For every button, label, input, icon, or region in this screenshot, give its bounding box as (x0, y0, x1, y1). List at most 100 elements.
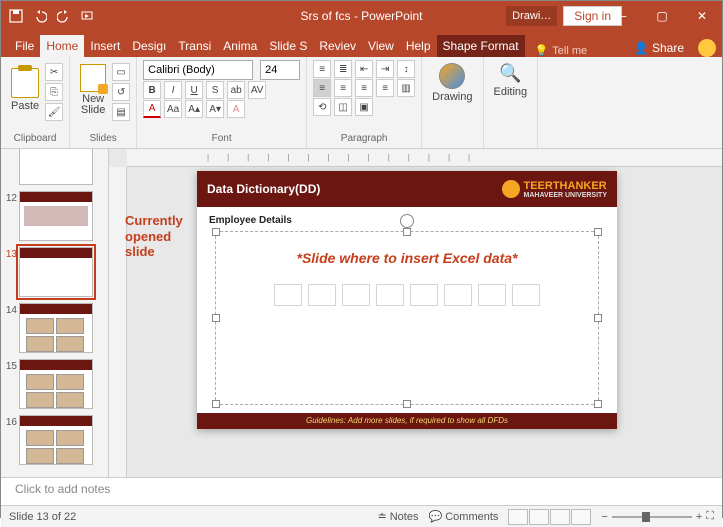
font-name-select[interactable] (143, 60, 253, 80)
group-editing: 🔍 Editing (484, 57, 539, 148)
share-button[interactable]: 👤 Share (634, 41, 684, 55)
resize-handle[interactable] (594, 228, 602, 236)
resize-handle[interactable] (212, 400, 220, 408)
font-size-select[interactable] (260, 60, 300, 80)
layout-icon[interactable]: ▭ (112, 63, 130, 81)
resize-handle[interactable] (403, 228, 411, 236)
resize-handle[interactable] (212, 314, 220, 322)
ribbon: Paste ✂ ⎘ 🖌 Clipboard New Slide ▭ ↺ ▤ Sl… (1, 57, 722, 149)
editing-button[interactable]: 🔍 Editing (490, 59, 532, 102)
italic-button[interactable]: I (164, 81, 182, 99)
zoom-out-button[interactable]: − (601, 511, 607, 523)
tab-help[interactable]: Help (400, 35, 437, 57)
sorter-view-button[interactable] (529, 509, 549, 525)
save-icon[interactable] (5, 5, 27, 27)
numbering-button[interactable]: ≣ (334, 60, 352, 78)
clear-format-button[interactable]: A (227, 100, 245, 118)
resize-handle[interactable] (594, 400, 602, 408)
cut-icon[interactable]: ✂ (45, 63, 63, 81)
university-logo: TEERTHANKERMAHAVEER UNIVERSITY (502, 180, 608, 199)
grow-font-button[interactable]: A▴ (185, 100, 203, 118)
rotate-handle-icon[interactable] (400, 214, 414, 228)
columns-button[interactable]: ▥ (397, 79, 415, 97)
bullets-button[interactable]: ≡ (313, 60, 331, 78)
section-icon[interactable]: ▤ (112, 103, 130, 121)
new-slide-button[interactable]: New Slide (76, 59, 110, 121)
line-spacing-button[interactable]: ↕ (397, 60, 415, 78)
3d-icon[interactable] (376, 284, 404, 306)
resize-handle[interactable] (403, 400, 411, 408)
thumbnail-12[interactable] (19, 191, 93, 241)
tab-view[interactable]: View (362, 35, 400, 57)
indent-more-button[interactable]: ⇥ (376, 60, 394, 78)
slide-canvas[interactable]: Data Dictionary(DD) TEERTHANKERMAHAVEER … (197, 171, 617, 429)
font-color-button[interactable]: A (143, 100, 161, 118)
change-case-button[interactable]: Aa (164, 100, 182, 118)
text-direction-button[interactable]: ⟲ (313, 98, 331, 116)
reading-view-button[interactable] (550, 509, 570, 525)
slideshow-view-button[interactable] (571, 509, 591, 525)
zoom-in-button[interactable]: + (696, 511, 702, 523)
drawing-button[interactable]: Drawing (428, 59, 476, 107)
spacing-button[interactable]: AV (248, 81, 266, 99)
ruler-horizontal: |||||||||||||| (127, 149, 722, 167)
content-placeholder[interactable]: *Slide where to insert Excel data* (215, 231, 599, 405)
notes-pane[interactable]: Click to add notes (1, 477, 722, 505)
tab-design[interactable]: Desigı (126, 35, 172, 57)
smartart-button[interactable]: ▣ (355, 98, 373, 116)
resize-handle[interactable] (594, 314, 602, 322)
format-painter-icon[interactable]: 🖌 (45, 103, 63, 121)
tab-insert[interactable]: Insert (84, 35, 126, 57)
group-font: B I U S ab AV A Aa A▴ A▾ A Font (137, 57, 307, 148)
notes-toggle[interactable]: ≐ Notes (377, 510, 418, 523)
comments-toggle[interactable]: 💬 Comments (428, 510, 498, 523)
minimize-button[interactable]: ─ (602, 2, 642, 30)
tab-animations[interactable]: Anima (217, 35, 263, 57)
thumbnail-11[interactable] (19, 149, 93, 185)
thumbnail-16[interactable] (19, 415, 93, 465)
online-picture-icon[interactable] (444, 284, 472, 306)
tab-slideshow[interactable]: Slide S (263, 35, 313, 57)
thumbnail-13-selected[interactable] (19, 247, 93, 297)
paste-button[interactable]: Paste (7, 59, 43, 121)
copy-icon[interactable]: ⎘ (45, 83, 63, 101)
tab-file[interactable]: File (9, 35, 40, 57)
tell-me[interactable]: 💡 Tell me (535, 44, 588, 57)
thumbnail-15[interactable] (19, 359, 93, 409)
close-button[interactable]: ✕ (682, 2, 722, 30)
align-center-button[interactable]: ≡ (334, 79, 352, 97)
shadow-button[interactable]: ab (227, 81, 245, 99)
chart-icon[interactable] (308, 284, 336, 306)
redo-icon[interactable] (53, 5, 75, 27)
thumbnail-14[interactable] (19, 303, 93, 353)
video-icon[interactable] (478, 284, 506, 306)
tab-review[interactable]: Reviev (313, 35, 362, 57)
zoom-slider[interactable] (612, 516, 692, 518)
tab-shape-format[interactable]: Shape Format (437, 35, 525, 57)
table-icon[interactable] (274, 284, 302, 306)
smartart-icon[interactable] (342, 284, 370, 306)
maximize-button[interactable]: ▢ (642, 2, 682, 30)
reset-icon[interactable]: ↺ (112, 83, 130, 101)
slide-header: Data Dictionary(DD) TEERTHANKERMAHAVEER … (197, 171, 617, 207)
normal-view-button[interactable] (508, 509, 528, 525)
align-right-button[interactable]: ≡ (355, 79, 373, 97)
tab-home[interactable]: Home (40, 35, 84, 57)
justify-button[interactable]: ≡ (376, 79, 394, 97)
align-left-button[interactable]: ≡ (313, 79, 331, 97)
resize-handle[interactable] (212, 228, 220, 236)
fit-to-window-button[interactable]: ⛶ (706, 510, 714, 523)
undo-icon[interactable] (29, 5, 51, 27)
strike-button[interactable]: S (206, 81, 224, 99)
feedback-icon[interactable] (698, 39, 716, 57)
align-text-button[interactable]: ◫ (334, 98, 352, 116)
indent-less-button[interactable]: ⇤ (355, 60, 373, 78)
tab-transitions[interactable]: Transi (172, 35, 217, 57)
bold-button[interactable]: B (143, 81, 161, 99)
underline-button[interactable]: U (185, 81, 203, 99)
icon-icon[interactable] (512, 284, 540, 306)
annotation-label: Currently opened slide (125, 213, 183, 260)
shrink-font-button[interactable]: A▾ (206, 100, 224, 118)
start-from-beginning-icon[interactable] (77, 5, 99, 27)
picture-icon[interactable] (410, 284, 438, 306)
